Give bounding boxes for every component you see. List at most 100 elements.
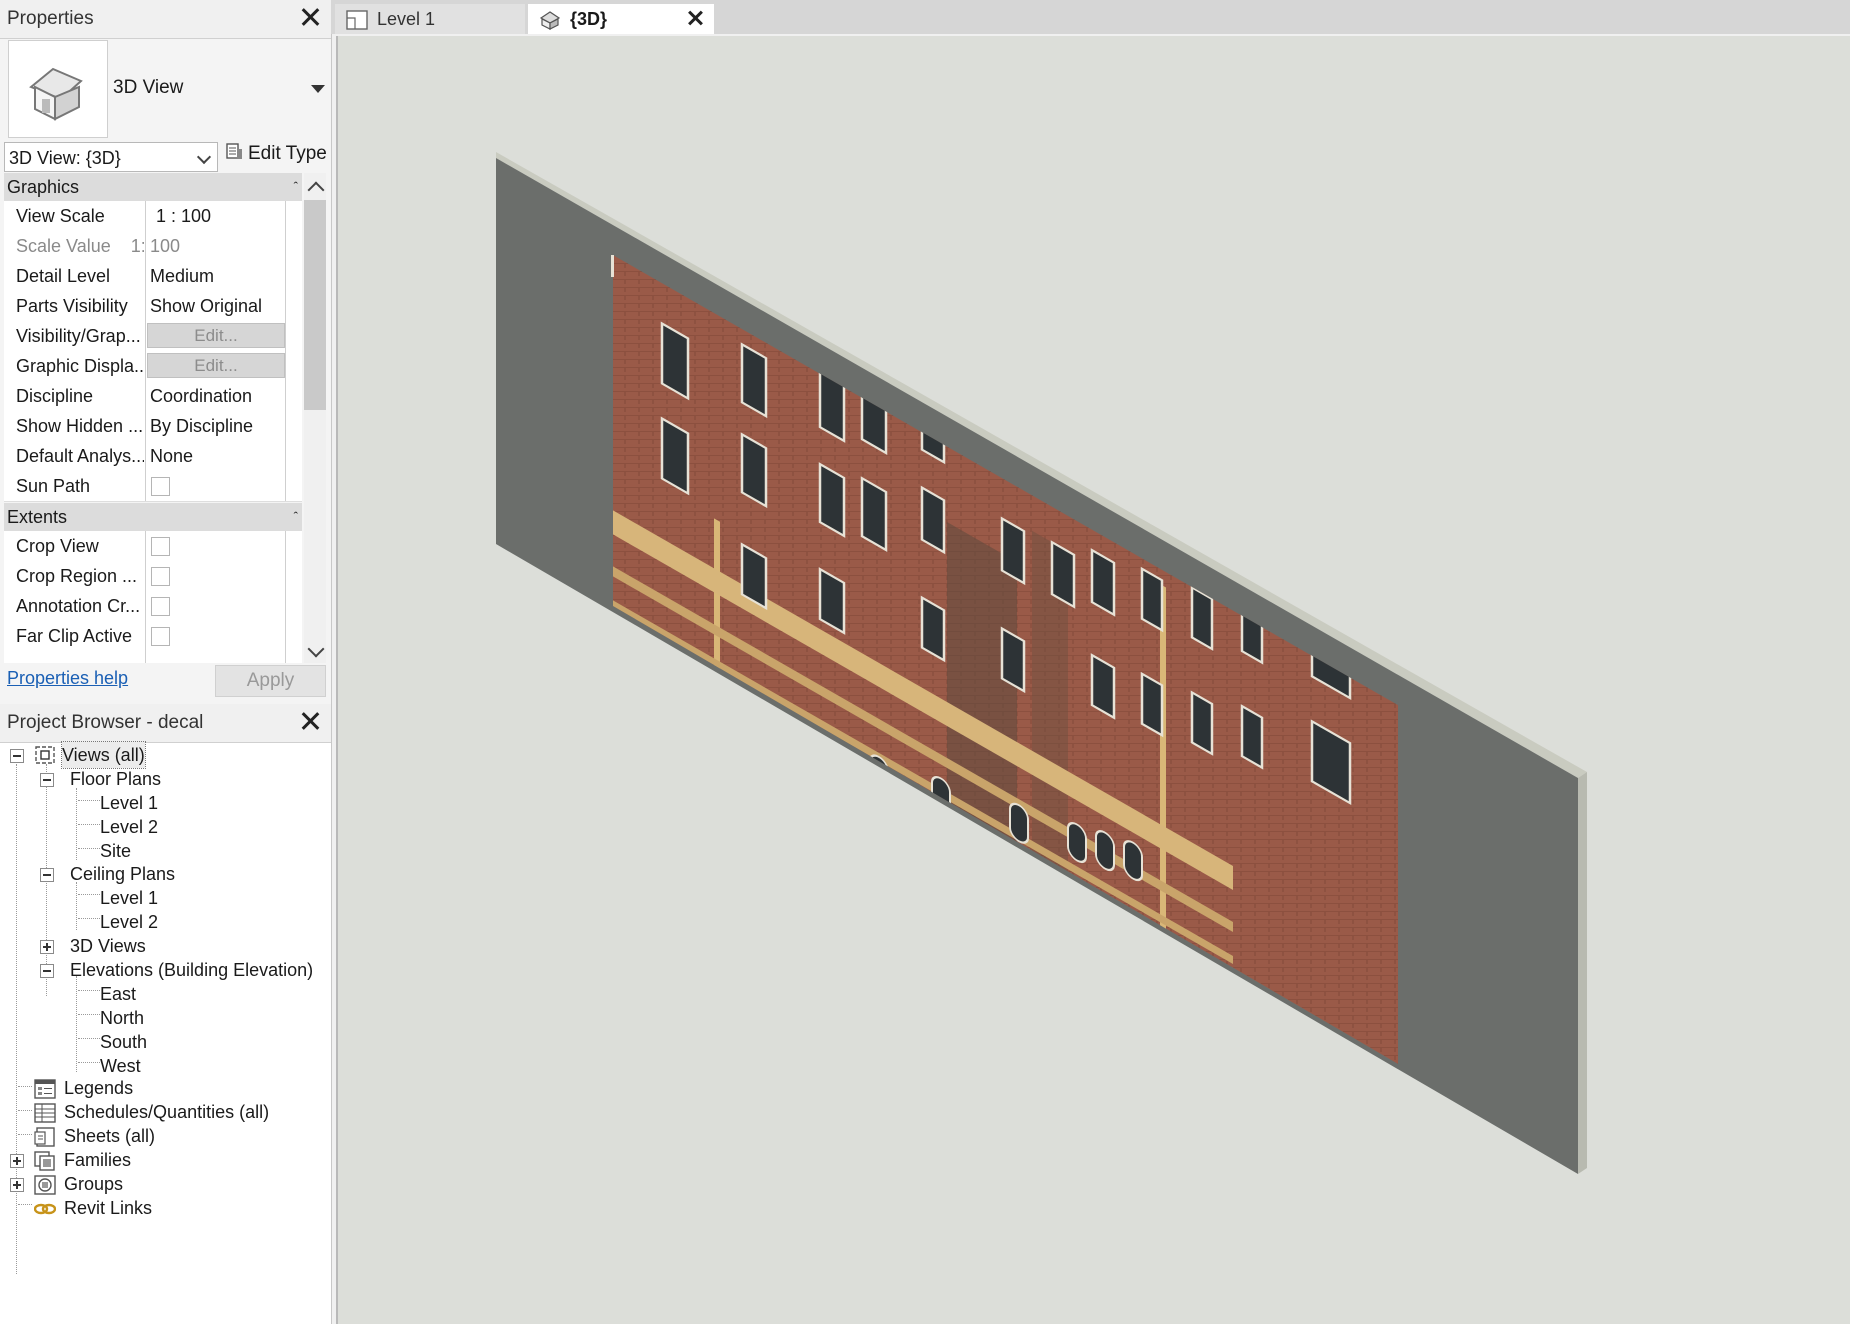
tree-elevation-north[interactable]: North [100,1005,144,1031]
3d-viewport[interactable] [336,36,1850,1324]
prop-far-clip-active[interactable]: Far Clip Active [4,621,302,652]
prop-sun-path[interactable]: Sun Path [4,471,302,502]
project-browser: Project Browser - decal Views (all) Floo… [0,704,332,1324]
properties-close-icon[interactable] [299,6,321,28]
crop-view-checkbox[interactable] [151,537,170,556]
tree-label: Families [64,1150,132,1170]
sun-path-checkbox[interactable] [151,477,170,496]
tree-elevation-south[interactable]: South [100,1029,147,1055]
tree-label: Legends [64,1078,134,1098]
prop-discipline[interactable]: Discipline Coordination [4,381,302,412]
tree-sheets[interactable]: Sheets (all) [64,1123,155,1149]
view-selector[interactable]: 3D View: {3D} [4,142,218,172]
crop-region-checkbox[interactable] [151,567,170,586]
group-graphics-label: Graphics [7,177,80,197]
tree-elevation-east[interactable]: East [100,981,136,1007]
tree-label: Elevations (Building Elevation) [70,960,314,980]
tree-ceiling-level-1[interactable]: Level 1 [100,885,158,911]
tree-legends[interactable]: Legends [64,1075,133,1101]
visibility-edit-button[interactable]: Edit... [147,323,285,348]
decal-edge-marker [611,255,614,277]
prop-value[interactable]: None [150,441,193,471]
prop-key: Default Analys... [16,446,144,466]
prop-key: View Scale [16,206,105,226]
prop-key: Scale Value 1: [16,236,144,256]
prop-graphic-display[interactable]: Graphic Displa... Edit... [4,351,302,382]
group-extents[interactable]: Extents ˆ [4,503,302,531]
edit-type-label: Edit Type [248,143,327,164]
prop-detail-level[interactable]: Detail Level Medium [4,261,302,292]
tab-close-icon[interactable] [686,9,704,27]
tree-label: Views (all) [61,741,146,769]
view-tab-bar: Level 1 {3D} [331,0,1850,34]
tree-label: Level 1 [100,793,159,813]
edit-type-icon [226,143,242,159]
prop-key: Show Hidden ... [16,416,144,436]
house-icon [29,67,83,121]
prop-annotation-crop[interactable]: Annotation Cr... [4,591,302,622]
prop-key: Parts Visibility [16,296,128,316]
floor-plan-icon [346,10,368,30]
tree-floor-level-1[interactable]: Level 1 [100,790,158,816]
tree-floor-plans[interactable]: Floor Plans [70,766,161,792]
group-graphics[interactable]: Graphics ˆ [4,173,302,201]
house-icon [539,11,561,30]
prop-key: Visibility/Grap... [16,326,141,346]
elevations-toggle[interactable] [40,964,54,978]
project-browser-header: Project Browser - decal [0,704,331,743]
floor-plans-toggle[interactable] [40,773,54,787]
views-collapse-toggle[interactable] [10,749,24,763]
apply-button[interactable]: Apply [215,665,326,697]
prop-view-scale[interactable]: View Scale 1 : 100 [4,201,302,232]
prop-value[interactable]: Show Original [150,291,262,321]
prop-visibility-graphics[interactable]: Visibility/Grap... Edit... [4,321,302,352]
3d-model-canvas[interactable] [338,36,1850,1324]
tab-3d-label: {3D} [570,9,608,29]
properties-help-link[interactable]: Properties help [7,668,128,689]
tab-level-1[interactable]: Level 1 [335,4,525,34]
tree-revit-links[interactable]: Revit Links [64,1195,152,1221]
chevron-down-icon [196,149,212,165]
schedules-icon [34,1103,56,1123]
tree-ceiling-plans[interactable]: Ceiling Plans [70,861,175,887]
project-browser-close-icon[interactable] [299,710,321,732]
tree-ceiling-level-2[interactable]: Level 2 [100,909,158,935]
far-clip-checkbox[interactable] [151,627,170,646]
prop-key: Far Clip Active [16,626,133,646]
revit-links-icon [34,1203,56,1215]
collapse-icon: ˆ [293,509,298,524]
tree-elevations[interactable]: Elevations (Building Elevation) [70,957,313,983]
prop-value[interactable]: Coordination [150,381,252,411]
groups-expand-toggle[interactable] [10,1178,24,1192]
annotation-crop-checkbox[interactable] [151,597,170,616]
type-thumbnail [8,40,108,138]
prop-value[interactable]: 1 : 100 [156,201,211,231]
graphic-display-edit-button[interactable]: Edit... [147,353,285,378]
tree-groups[interactable]: Groups [64,1171,123,1197]
tree-views-all[interactable]: Views (all) [61,741,146,769]
tree-families[interactable]: Families [64,1147,131,1173]
tree-label: Floor Plans [70,769,162,789]
edit-type-button[interactable]: Edit Type [226,143,327,165]
prop-crop-region[interactable]: Crop Region ... [4,561,302,592]
prop-default-analysis[interactable]: Default Analys... None [4,441,302,472]
tree-floor-level-2[interactable]: Level 2 [100,814,158,840]
sheets-icon [34,1127,55,1147]
tree-label: Groups [64,1174,124,1194]
prop-parts-visibility[interactable]: Parts Visibility Show Original [4,291,302,322]
prop-value[interactable]: By Discipline [150,411,253,441]
tab-3d[interactable]: {3D} [528,4,714,34]
ceiling-plans-toggle[interactable] [40,868,54,882]
type-dropdown-icon[interactable] [311,85,325,93]
properties-scroll-thumb[interactable] [304,200,326,410]
families-expand-toggle[interactable] [10,1154,24,1168]
prop-show-hidden[interactable]: Show Hidden ... By Discipline [4,411,302,442]
properties-header: Properties [0,0,331,39]
prop-crop-view[interactable]: Crop View [4,531,302,562]
tree-label: Revit Links [64,1198,153,1218]
tree-3d-views[interactable]: 3D Views [70,933,146,959]
tree-schedules[interactable]: Schedules/Quantities (all) [64,1099,269,1125]
3d-views-expand-toggle[interactable] [40,940,54,954]
prop-value[interactable]: Medium [150,261,214,291]
prop-key: Graphic Displa... [16,356,144,376]
